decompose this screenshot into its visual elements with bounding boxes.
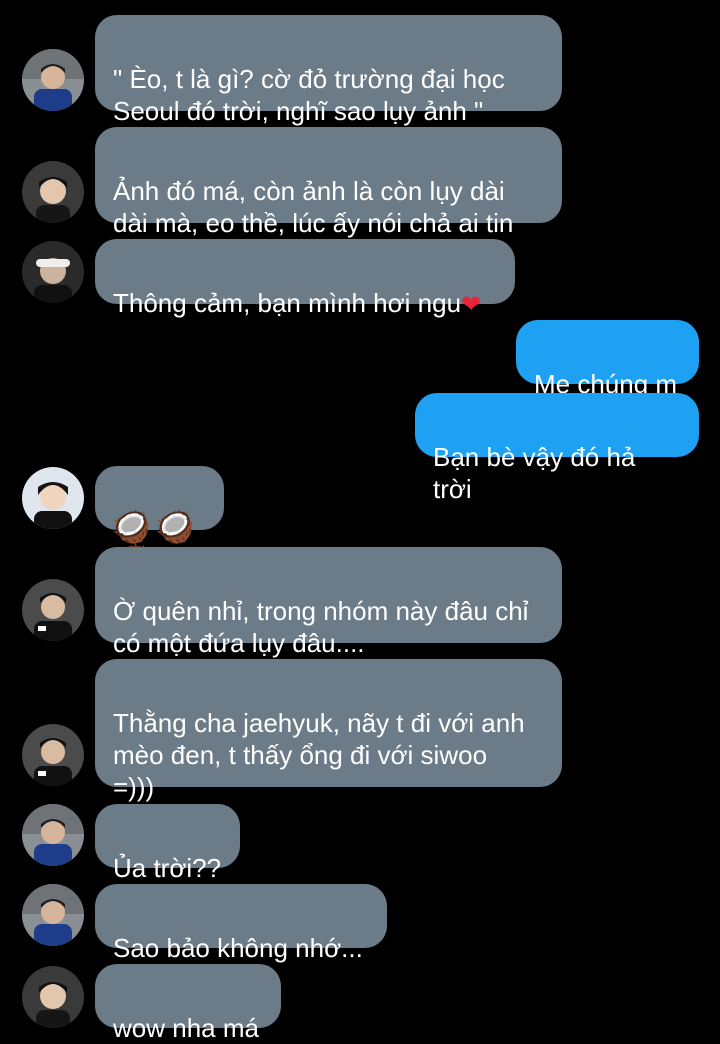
avatar-sender[interactable] — [22, 804, 84, 866]
avatar-sender[interactable] — [22, 884, 84, 946]
message-bubble-received[interactable]: Thông cảm, bạn mình hơi ngu❤ — [95, 239, 515, 318]
message-bubble-received[interactable]: Ủa trời?? — [95, 804, 240, 883]
message-bubble-received[interactable]: 🥥🥥🥥 — [95, 466, 224, 576]
message-bubble-sent[interactable]: Bạn bè vậy đó hả trời — [415, 393, 699, 504]
message-text: wow nha má — [113, 1013, 259, 1043]
avatar-sender[interactable] — [22, 467, 84, 529]
message-bubble-received[interactable]: Ờ quên nhỉ, trong nhóm này đâu chỉ có mộ… — [95, 547, 562, 658]
heart-emoji: ❤ — [461, 291, 482, 318]
message-bubble-received[interactable]: Thằng cha jaehyuk, nãy t đi với anh mèo … — [95, 659, 562, 802]
message-bubble-received[interactable]: " Èo, t là gì? cờ đỏ trường đại học Seou… — [95, 15, 562, 126]
message-bubble-sent[interactable]: Mẹ chúng m — [516, 320, 699, 399]
message-bubble-received[interactable]: Sao bảo không nhớ... — [95, 884, 387, 963]
message-text: Thằng cha jaehyuk, nãy t đi với anh mèo … — [113, 708, 525, 802]
message-text: " Èo, t là gì? cờ đỏ trường đại học Seou… — [113, 64, 505, 126]
message-bubble-received[interactable]: wow nha má — [95, 964, 281, 1043]
avatar-sender[interactable] — [22, 241, 84, 303]
message-bubble-received[interactable]: Ảnh đó má, còn ảnh là còn lụy dài dài mà… — [95, 127, 562, 238]
avatar-sender[interactable] — [22, 724, 84, 786]
message-text: Sao bảo không nhớ... — [113, 933, 363, 963]
avatar-sender[interactable] — [22, 161, 84, 223]
message-text: Ảnh đó má, còn ảnh là còn lụy dài dài mà… — [113, 176, 514, 238]
avatar-sender[interactable] — [22, 966, 84, 1028]
message-text: Ờ quên nhỉ, trong nhóm này đâu chỉ có mộ… — [113, 596, 529, 658]
avatar-sender[interactable] — [22, 579, 84, 641]
message-text: Bạn bè vậy đó hả trời — [433, 442, 636, 504]
message-text: Thông cảm, bạn mình hơi ngu — [113, 288, 462, 318]
avatar-sender[interactable] — [22, 49, 84, 111]
message-text: Ủa trời?? — [113, 853, 222, 883]
